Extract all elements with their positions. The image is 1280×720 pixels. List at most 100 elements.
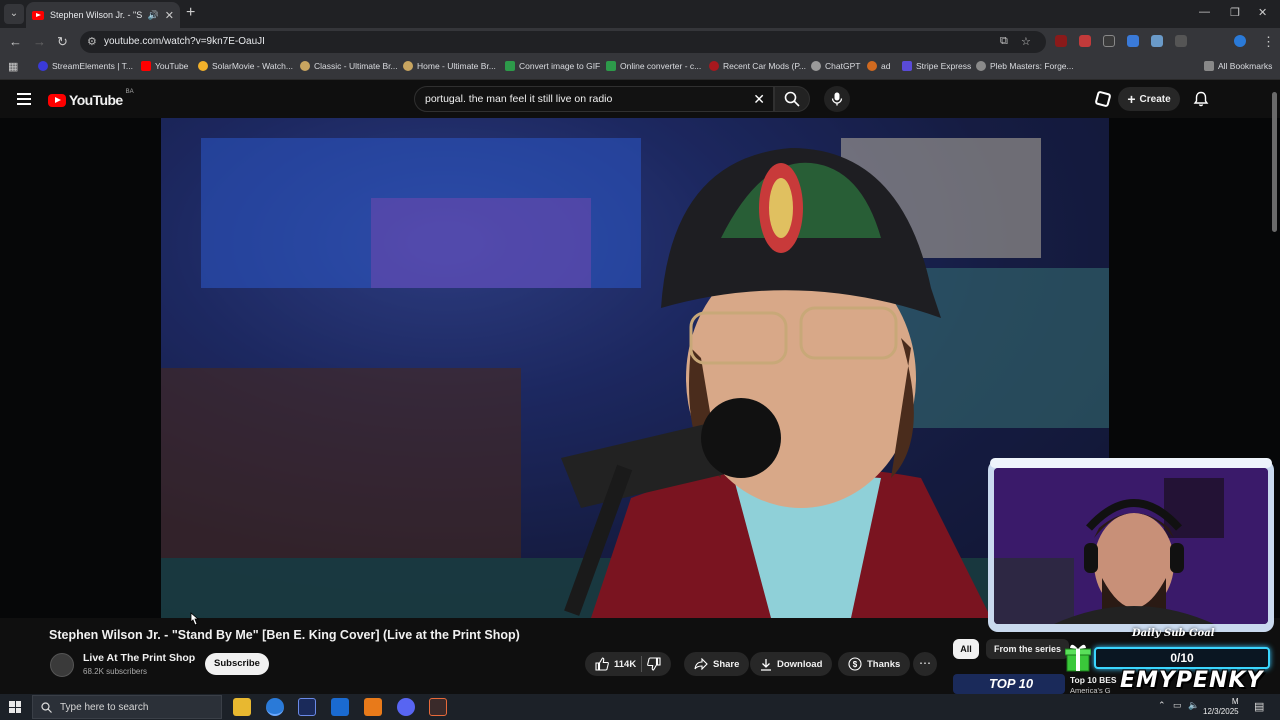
video-title: Stephen Wilson Jr. - "Stand By Me" [Ben … [49, 628, 520, 642]
taskbar-clock[interactable]: M 12/3/2025 [1203, 697, 1239, 717]
bookmark-favicon [38, 61, 48, 71]
translate-extension-icon[interactable] [1127, 35, 1139, 47]
audition-icon[interactable] [298, 698, 316, 716]
mic-icon [831, 92, 843, 106]
like-icon [595, 657, 609, 671]
reload-icon[interactable]: ↻ [57, 34, 68, 50]
channel-name[interactable]: Live At The Print Shop [83, 652, 195, 664]
windows-start-icon[interactable] [9, 701, 21, 713]
gift-icon [1065, 644, 1091, 672]
download-button[interactable]: Download [750, 652, 833, 676]
streamer-webcam-image [994, 468, 1268, 624]
bookmark-item[interactable]: Classic - Ultimate Br... [300, 61, 398, 71]
new-tab-button[interactable]: + [186, 4, 195, 22]
discord-icon[interactable] [397, 698, 415, 716]
bookmark-item[interactable]: ChatGPT [811, 61, 860, 71]
browser-tab-active[interactable]: Stephen Wilson Jr. - "Stand 🔊 ✕ [26, 2, 180, 28]
video-frame-image [161, 118, 1109, 618]
subscribe-button[interactable]: Subscribe [205, 653, 269, 675]
tray-overflow-icon[interactable]: ⌃ [1158, 700, 1166, 711]
outlook-icon[interactable] [331, 698, 349, 716]
search-query-text: portugal. the man feel it still live on … [425, 93, 613, 105]
bookmark-item[interactable]: Convert image to GIF [505, 61, 600, 71]
bookmarks-bar: ▦ StreamElements | T... YouTube SolarMov… [0, 56, 1280, 80]
extension-icon-1[interactable] [1055, 35, 1067, 47]
channel-avatar[interactable] [50, 653, 74, 677]
youtube-favicon-icon [32, 10, 44, 20]
bookmark-favicon [811, 61, 821, 71]
apps-grid-icon[interactable]: ▦ [8, 60, 18, 73]
bookmark-item[interactable]: StreamElements | T... [38, 61, 133, 71]
streamer-name-logo: EMYPENKY [1120, 668, 1264, 693]
app-icon-orange[interactable] [364, 698, 382, 716]
search-icon [784, 91, 800, 107]
app-icon-network[interactable] [429, 698, 447, 716]
browser-toolbar: ← → ↻ ⚙ youtube.com/watch?v=9kn7E-OauJI … [0, 28, 1280, 56]
bookmark-item[interactable]: SolarMovie - Watch... [198, 61, 293, 71]
minimize-icon[interactable]: — [1199, 6, 1210, 18]
recommended-video-title[interactable]: Top 10 BES America's G [1070, 675, 1117, 695]
bookmark-item[interactable]: Online converter - c... [606, 61, 701, 71]
recommended-video-thumbnail[interactable]: TOP 10 [953, 674, 1065, 694]
tab-search-button[interactable]: ⌄ [4, 4, 24, 24]
close-tab-icon[interactable]: ✕ [165, 9, 174, 22]
extension-icon-2[interactable] [1079, 35, 1091, 47]
create-button[interactable]: + Create [1118, 87, 1180, 111]
speaker-icon[interactable]: 🔊 [148, 10, 159, 21]
bookmark-item[interactable]: Recent Car Mods (P... [709, 61, 806, 71]
share-button[interactable]: Share [684, 652, 750, 676]
taskbar-search-input[interactable]: Type here to search [32, 695, 222, 719]
restore-icon[interactable]: ❐ [1230, 6, 1240, 19]
all-bookmarks[interactable]: All Bookmarks [1204, 61, 1272, 71]
site-info-icon[interactable]: ⚙ [87, 35, 97, 48]
search-input[interactable]: portugal. the man feel it still live on … [414, 86, 774, 112]
bookmark-item[interactable]: Pleb Masters: Forge... [976, 61, 1074, 71]
address-bar[interactable]: ⚙ youtube.com/watch?v=9kn7E-OauJI ⧉ ☆ [80, 31, 1046, 53]
notifications-icon[interactable]: ▤ [1254, 700, 1264, 713]
youtube-logo[interactable]: YouTube BA [48, 89, 134, 108]
extension-icon-3[interactable] [1103, 35, 1115, 47]
install-app-icon[interactable]: ⧉ [1000, 35, 1008, 48]
clear-search-icon[interactable]: ✕ [753, 91, 765, 108]
thanks-button[interactable]: $ Thanks [838, 652, 911, 676]
chrome-menu-icon[interactable]: ⋮ [1262, 34, 1275, 50]
bookmark-star-icon[interactable]: ☆ [1021, 35, 1031, 48]
extension-icon-5[interactable] [1151, 35, 1163, 47]
bell-icon[interactable] [1193, 91, 1209, 107]
chip-from-series[interactable]: From the series [986, 639, 1070, 659]
chrome-taskbar-icon[interactable] [266, 698, 284, 716]
webcam-feed [994, 468, 1268, 624]
more-actions-button[interactable]: ⋯ [913, 652, 937, 676]
network-icon[interactable]: ▭ [1173, 700, 1182, 711]
bookmark-favicon [403, 61, 413, 71]
video-player[interactable] [161, 118, 1109, 618]
dislike-icon[interactable] [647, 657, 661, 671]
search-button[interactable] [774, 86, 810, 112]
like-button[interactable]: 114K [595, 657, 636, 671]
close-window-icon[interactable]: ✕ [1258, 6, 1267, 19]
daily-sub-goal-label: Daily Sub Goal [1132, 628, 1215, 639]
file-explorer-icon[interactable] [233, 698, 251, 716]
extensions-puzzle-icon[interactable] [1175, 35, 1187, 47]
forward-icon[interactable]: → [33, 34, 46, 49]
share-icon [694, 658, 708, 670]
profile-avatar[interactable] [1234, 35, 1246, 47]
voice-search-button[interactable] [824, 86, 850, 112]
browser-tab-strip: ⌄ Stephen Wilson Jr. - "Stand 🔊 ✕ + — ❐ … [0, 0, 1280, 28]
bookmark-favicon [976, 61, 986, 71]
bookmark-favicon [141, 61, 151, 71]
bookmark-favicon [867, 61, 877, 71]
page-scrollbar[interactable] [1272, 92, 1277, 232]
chip-all[interactable]: All [953, 639, 979, 659]
hamburger-menu-icon[interactable] [17, 93, 31, 108]
sub-goal-value: 0/10 [1170, 651, 1194, 665]
bookmark-item[interactable]: ad [867, 61, 890, 71]
back-icon[interactable]: ← [9, 34, 22, 49]
like-dislike-group: 114K [585, 652, 672, 676]
url-text: youtube.com/watch?v=9kn7E-OauJI [104, 36, 265, 47]
volume-icon[interactable]: 🔈 [1188, 700, 1199, 711]
bookmark-item[interactable]: Stripe Express [902, 61, 971, 71]
bookmark-favicon [709, 61, 719, 71]
bookmark-item[interactable]: Home - Ultimate Br... [403, 61, 496, 71]
bookmark-item[interactable]: YouTube [141, 61, 188, 71]
